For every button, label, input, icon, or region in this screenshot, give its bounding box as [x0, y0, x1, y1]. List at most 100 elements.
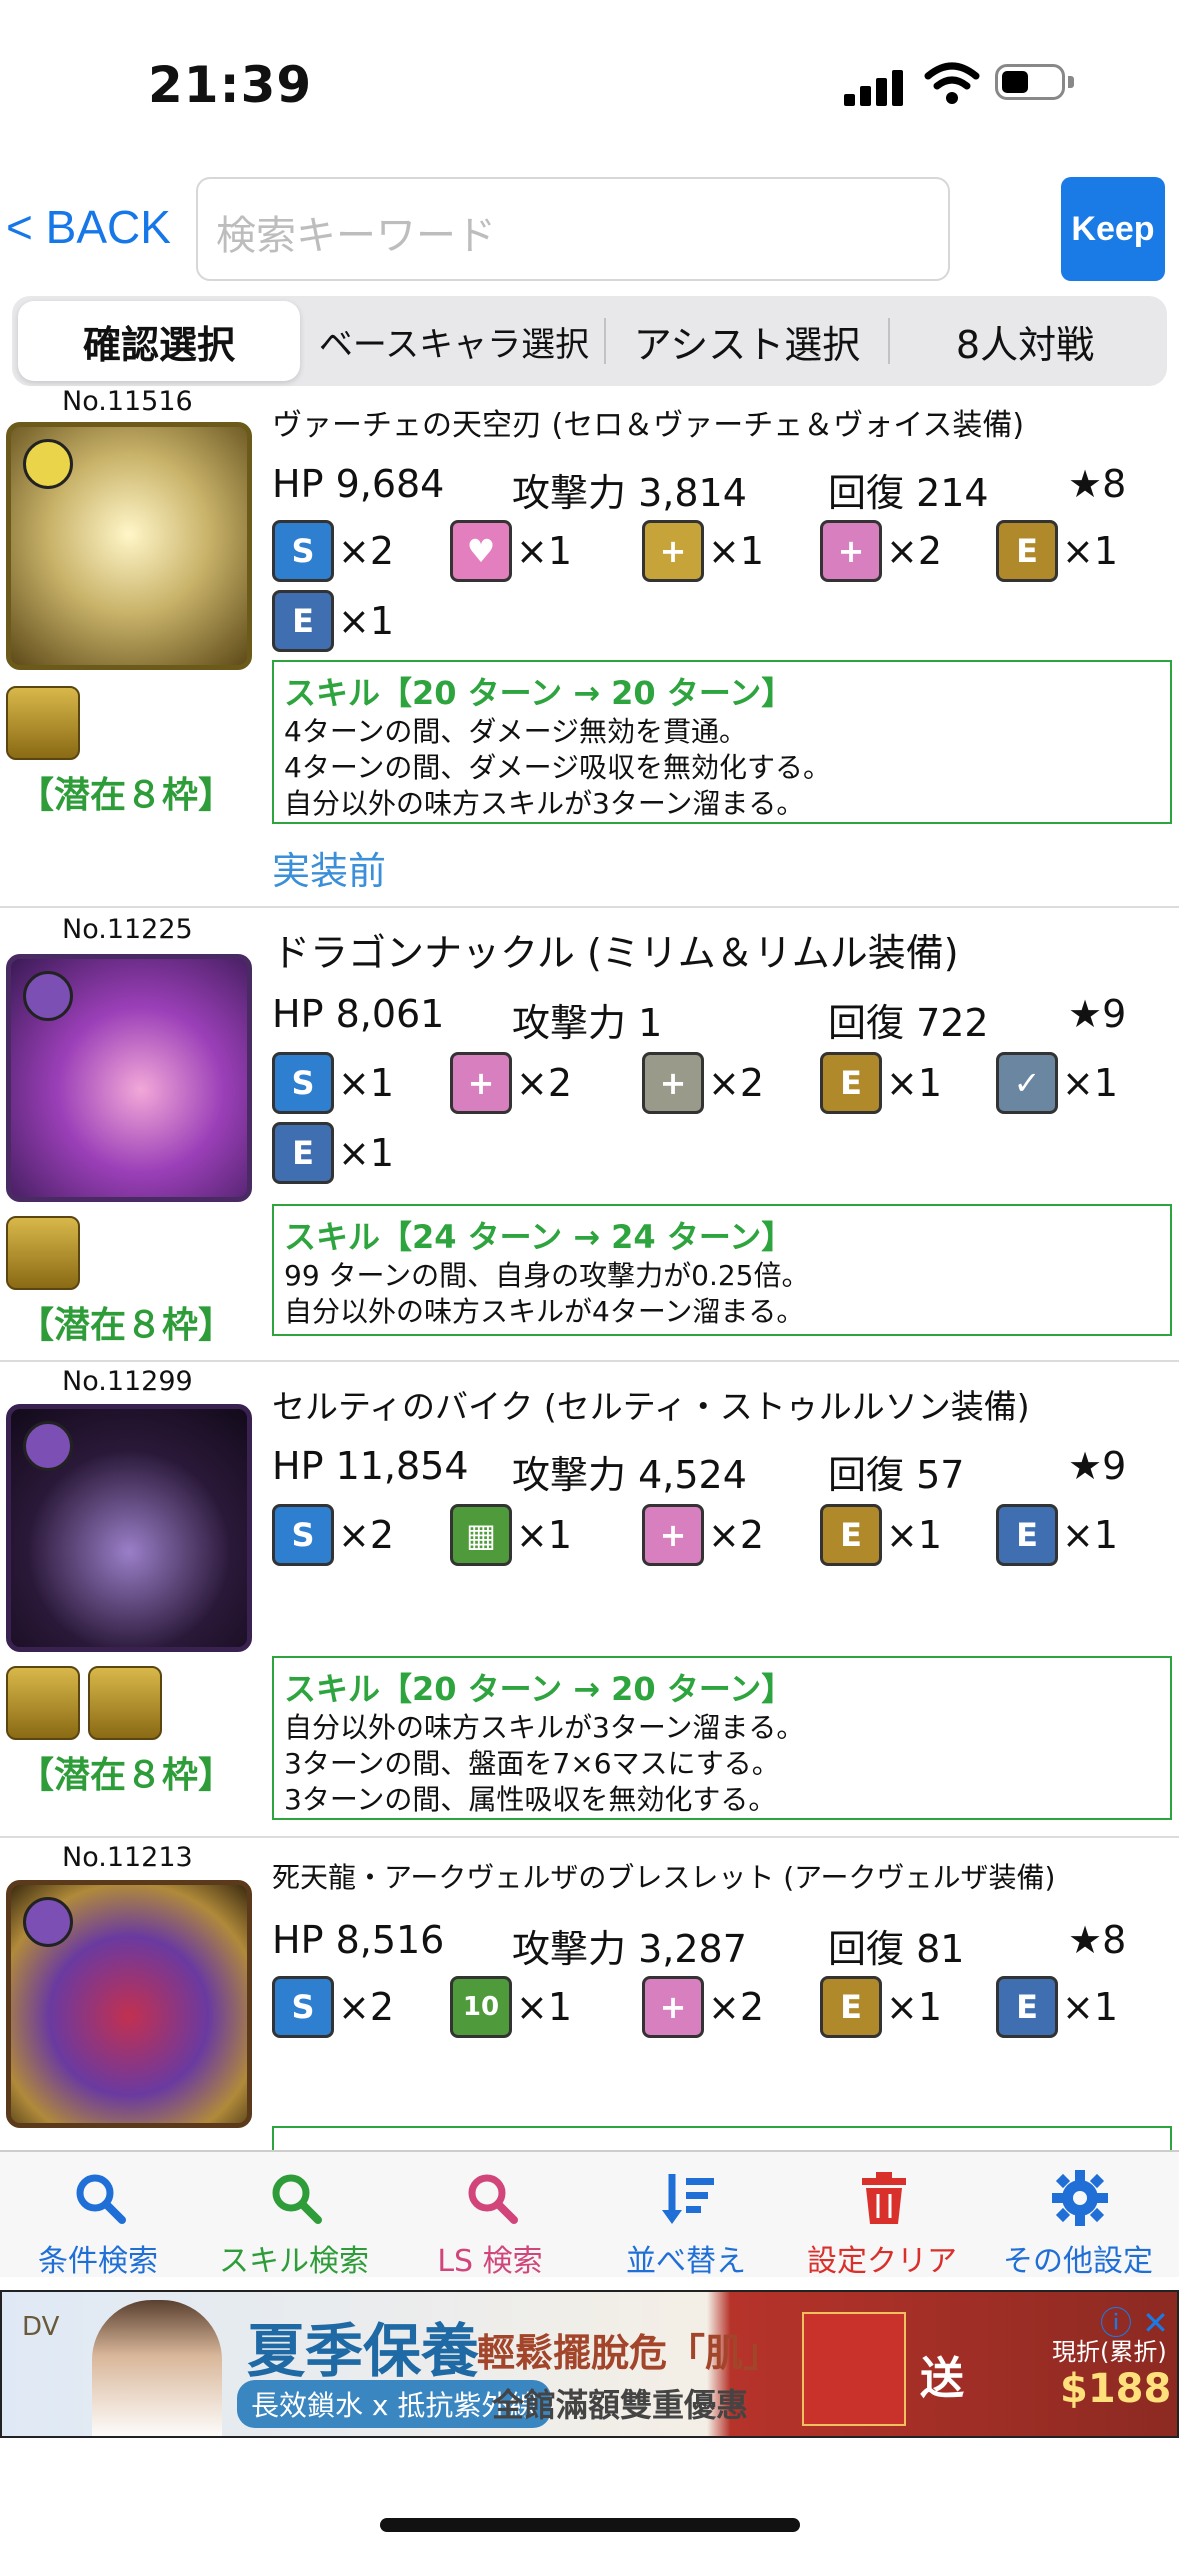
- search-input[interactable]: 検索キーワード: [196, 177, 950, 281]
- ls-search-button[interactable]: LS 検索: [392, 2152, 588, 2279]
- latent-slots-label: 【潜在８枠】: [18, 775, 235, 816]
- skill-line: 自分以外の味方スキルが3ターン溜まる。: [284, 1711, 805, 1744]
- recovery-value: 回復 57: [828, 1453, 965, 1497]
- card-row[interactable]: No.11299 【潜在８枠】 セルティのバイク (セルティ・ストゥルルソン装備…: [0, 1362, 1179, 1838]
- equip-sword-icon: E: [996, 1504, 1058, 1566]
- hp-value: HP 11,854: [272, 1444, 469, 1488]
- recovery-value: 回復 214: [828, 471, 989, 515]
- skill-line: 自分以外の味方スキルが3ターン溜まる。: [284, 787, 805, 820]
- awakening-item: ▦ ×1: [450, 1504, 572, 1566]
- ad-banner[interactable]: DV 夏季保養 輕鬆擺脫危「肌」 長效鎖水 x 抵抗紫外線 全館滿額雙重優惠 送…: [0, 2290, 1179, 2438]
- skill-line: 4ターンの間、ダメージ吸収を無効化する。: [284, 751, 832, 784]
- recovery-value: 回復 81: [828, 1927, 965, 1971]
- equip-devil-icon: E: [820, 1976, 882, 2038]
- rarity-value: ★8: [1068, 462, 1127, 506]
- card-number: No.11299: [62, 1366, 193, 1397]
- latent-awakening-icon: [6, 686, 80, 760]
- card-portrait[interactable]: [6, 1404, 252, 1652]
- tab-assist-select[interactable]: アシスト選択: [606, 296, 888, 386]
- card-number: No.11516: [62, 386, 193, 417]
- tab-8-player-battle[interactable]: 8人対戦: [890, 296, 1160, 386]
- hp-value: HP 8,516: [272, 1918, 445, 1962]
- rarity-value: ★9: [1068, 992, 1127, 1036]
- awakening-item: 10 ×1: [450, 1976, 572, 2038]
- ad-title: 夏季保養: [247, 2317, 480, 2385]
- prerelease-label: 実装前: [272, 849, 387, 893]
- team-heal-plus-icon: +: [820, 520, 882, 582]
- other-settings-button[interactable]: その他設定: [980, 2152, 1176, 2279]
- dark-attribute-icon: [23, 1897, 73, 1947]
- tab-base-character[interactable]: ベースキャラ選択: [304, 296, 604, 386]
- mode-tabs: 確認選択 ベースキャラ選択 アシスト選択 8人対戦: [12, 296, 1167, 386]
- awakening-item: ✓ ×1: [996, 1052, 1118, 1114]
- awakening-item: + ×2: [642, 1504, 764, 1566]
- awakening-item: E ×1: [996, 1976, 1118, 2038]
- clear-settings-button[interactable]: 設定クリア: [784, 2152, 980, 2279]
- sort-icon: [662, 2174, 714, 2224]
- awakening-item: S ×1: [272, 1052, 394, 1114]
- card-row[interactable]: No.11213 死天龍・アークヴェルザのブレスレット (アークヴェルザ装備) …: [0, 1838, 1179, 2150]
- keep-button[interactable]: Keep: [1061, 177, 1165, 281]
- ad-close-icon[interactable]: ⓘ ✕: [1100, 2298, 1169, 2344]
- rarity-value: ★9: [1068, 1444, 1127, 1488]
- awakening-item: E ×1: [996, 520, 1118, 582]
- home-indicator[interactable]: [380, 2518, 800, 2532]
- skill-title: スキル【20 ターン → 20 ターン】: [284, 674, 794, 712]
- hp-value: HP 9,684: [272, 462, 445, 506]
- card-portrait[interactable]: [6, 954, 252, 1202]
- skill-box: [272, 2126, 1172, 2150]
- back-button[interactable]: < BACK: [6, 200, 171, 254]
- sort-button[interactable]: 並べ替え: [588, 2152, 784, 2279]
- latent-awakening-icon: [88, 1666, 162, 1740]
- rarity-value: ★8: [1068, 1918, 1127, 1962]
- awakening-item: E ×1: [820, 1976, 942, 2038]
- bottom-toolbar: 条件検索 スキル検索 LS 検索 並べ替え 設定クリア その他設定: [0, 2150, 1179, 2279]
- team-heal-plus-icon: +: [450, 1052, 512, 1114]
- tab-confirm-select[interactable]: 確認選択: [18, 301, 300, 381]
- card-row[interactable]: No.11225 【潜在８枠】 ドラゴンナックル (ミリム＆リムル装備) HP …: [0, 908, 1179, 1362]
- recovery-plus-icon: +: [642, 520, 704, 582]
- card-number: No.11225: [62, 914, 193, 945]
- condition-search-button[interactable]: 条件検索: [0, 2152, 196, 2279]
- trash-icon: [862, 2172, 906, 2224]
- skill-title: スキル【20 ターン → 20 ターン】: [284, 1670, 794, 1708]
- heart-plus-icon: ♥: [450, 520, 512, 582]
- ad-brand-logo: DV: [22, 2312, 60, 2342]
- card-name: ヴァーチェの天空刃 (セロ＆ヴァーチェ＆ヴォイス装備): [272, 408, 1025, 443]
- latent-slots-label: 【潜在８枠】: [18, 1755, 235, 1796]
- card-row[interactable]: No.11516 【潜在８枠】 ヴァーチェの天空刃 (セロ＆ヴァーチェ＆ヴォイス…: [0, 386, 1179, 908]
- skill-line: 3ターンの間、属性吸収を無効化する。: [284, 1783, 777, 1816]
- hp-value: HP 8,061: [272, 992, 445, 1036]
- ad-model-image: [92, 2300, 222, 2436]
- awakening-item: E ×1: [272, 1122, 394, 1184]
- card-portrait[interactable]: [6, 422, 252, 670]
- search-icon: [468, 2174, 518, 2224]
- card-number: No.11213: [62, 1842, 193, 1873]
- skill-search-button[interactable]: スキル検索: [196, 2152, 392, 2279]
- awakening-item: S ×2: [272, 520, 394, 582]
- attack-value: 攻撃力 3,814: [512, 471, 747, 515]
- skill-boost-plus-icon: S: [272, 1976, 334, 2038]
- ad-tagline: 輕鬆擺脫危「肌」: [477, 2331, 782, 2375]
- gear-icon: [1052, 2170, 1108, 2226]
- ten-combo-icon: 10: [450, 1976, 512, 2038]
- light-attribute-icon: [23, 439, 73, 489]
- card-portrait[interactable]: [6, 1880, 252, 2128]
- skill-box: スキル【20 ターン → 20 ターン】 4ターンの間、ダメージ無効を貫通。 4…: [272, 660, 1172, 824]
- skill-box: スキル【20 ターン → 20 ターン】 自分以外の味方スキルが3ターン溜まる。…: [272, 1656, 1172, 1820]
- awakening-item: E ×1: [996, 1504, 1118, 1566]
- card-name: セルティのバイク (セルティ・ストゥルルソン装備): [272, 1387, 1030, 1426]
- ad-gift-label: 送: [920, 2353, 964, 2404]
- card-name: 死天龍・アークヴェルザのブレスレット (アークヴェルザ装備): [272, 1861, 1056, 1894]
- skill-line: 自分以外の味方スキルが4ターン溜まる。: [284, 1295, 805, 1328]
- awakening-item: E ×1: [272, 590, 394, 652]
- wifi-icon: [924, 62, 980, 106]
- unbind-icon: ✓: [996, 1052, 1058, 1114]
- battery-icon: [995, 62, 1077, 104]
- skill-line: 99 ターンの間、自身の攻撃力が0.25倍。: [284, 1259, 810, 1292]
- equip-gear-icon: E: [820, 1504, 882, 1566]
- awakening-item: S ×2: [272, 1976, 394, 2038]
- ad-product-image: [802, 2312, 906, 2426]
- awakening-item: + ×2: [642, 1976, 764, 2038]
- awakening-item: + ×2: [450, 1052, 572, 1114]
